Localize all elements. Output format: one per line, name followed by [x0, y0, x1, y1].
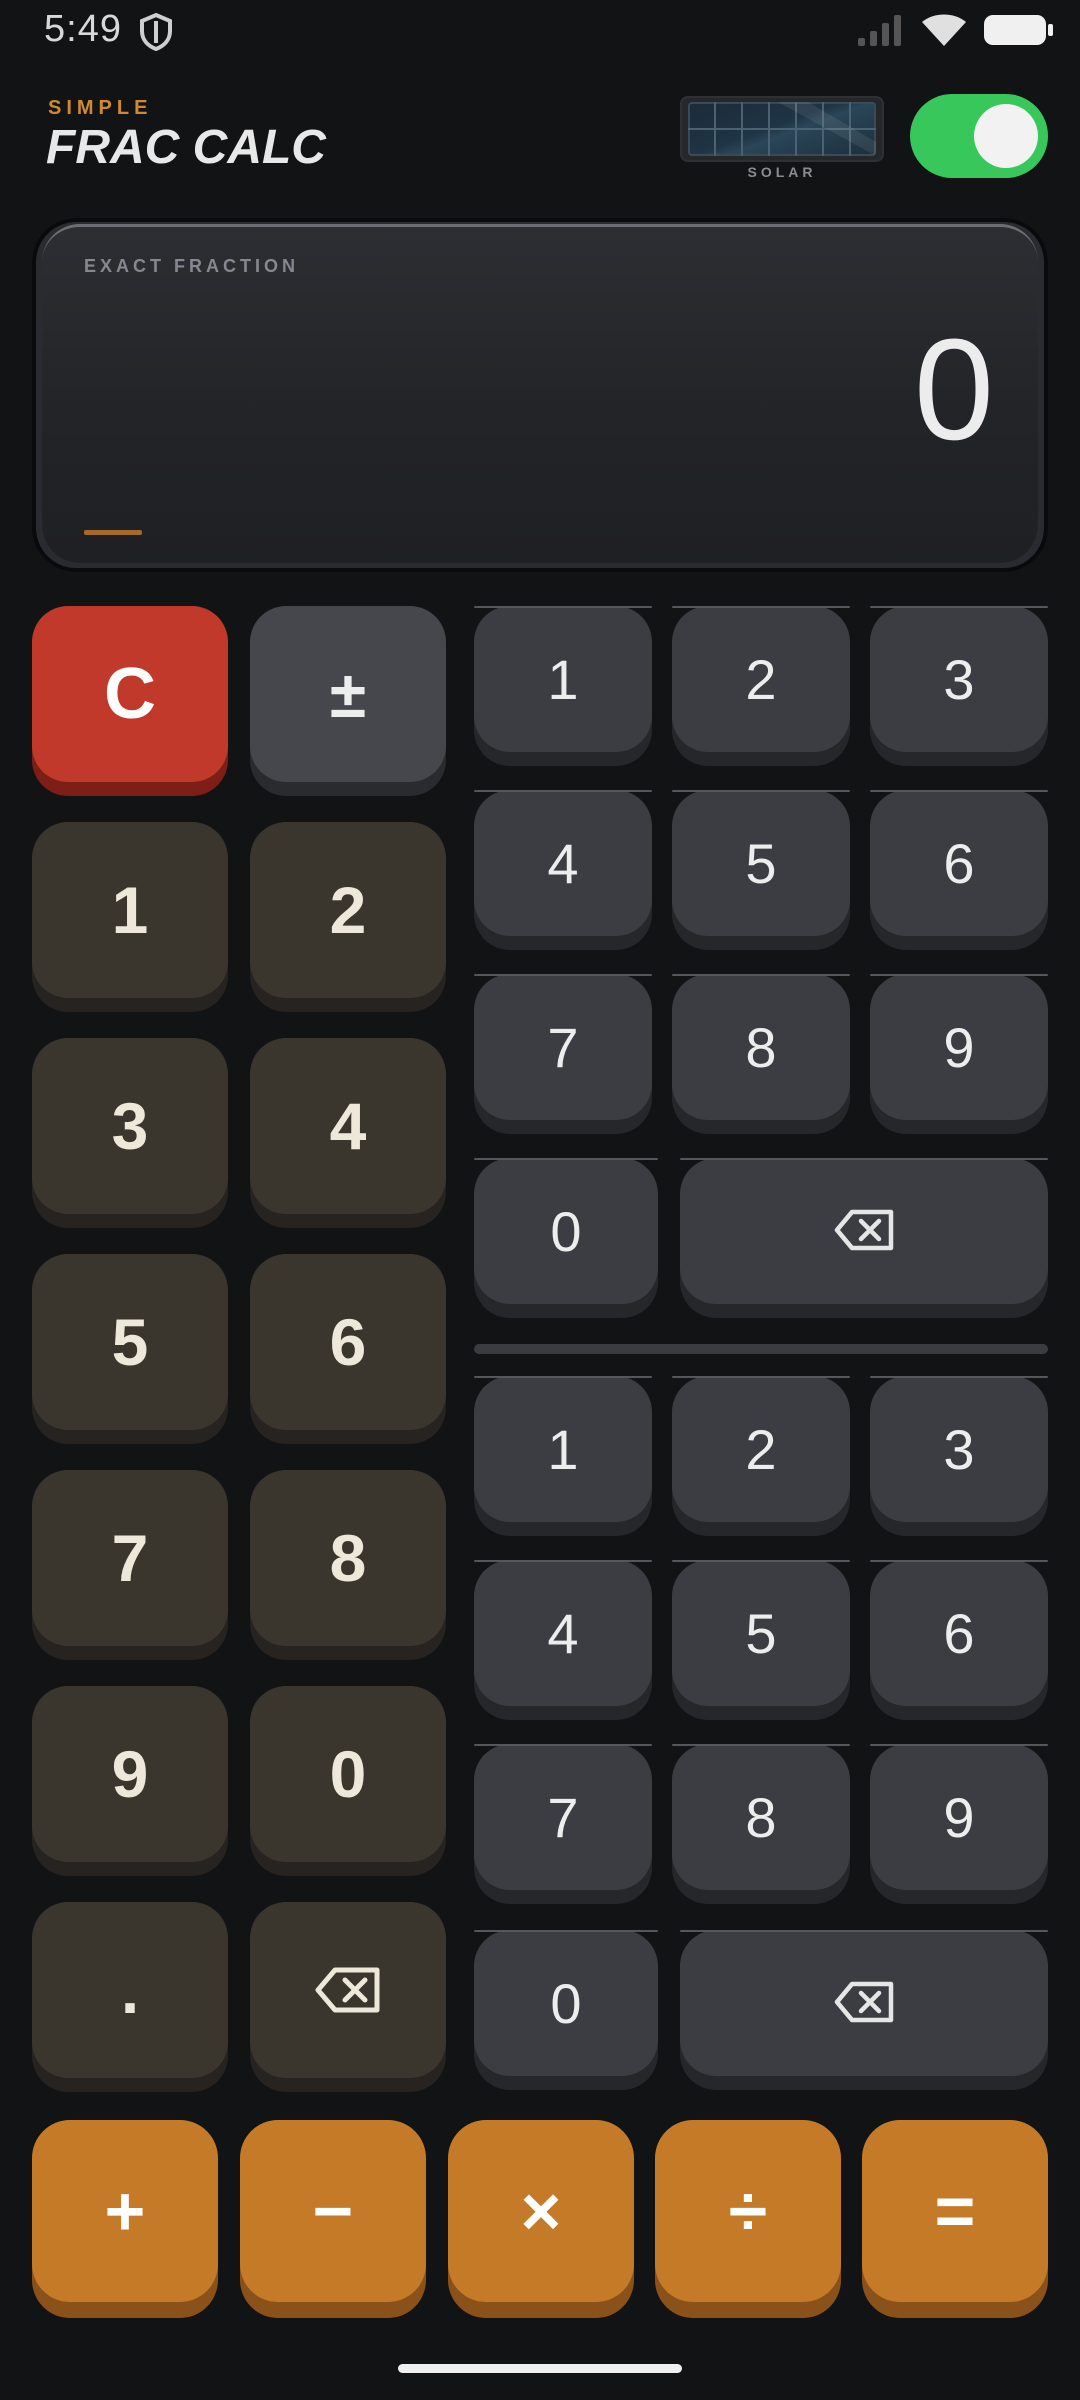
home-indicator[interactable]: [398, 2364, 682, 2373]
numerator-backspace-button[interactable]: [680, 1158, 1048, 1304]
whole-key-8[interactable]: 8: [250, 1470, 446, 1646]
numerator-key-1[interactable]: 1: [474, 606, 652, 752]
whole-key-3[interactable]: 3: [32, 1038, 228, 1214]
toggle-knob: [974, 104, 1038, 168]
decimal-key[interactable]: .: [32, 1902, 228, 2078]
numerator-key-0[interactable]: 0: [474, 1158, 658, 1304]
numerator-key-8[interactable]: 8: [672, 974, 850, 1120]
denominator-key-7[interactable]: 7: [474, 1744, 652, 1890]
backspace-icon: [834, 1199, 894, 1264]
numerator-key-3[interactable]: 3: [870, 606, 1048, 752]
wifi-icon: [920, 12, 968, 53]
power-toggle[interactable]: [910, 94, 1048, 178]
whole-backspace-button[interactable]: [250, 1902, 446, 2078]
denominator-key-2[interactable]: 2: [672, 1376, 850, 1522]
whole-key-1[interactable]: 1: [32, 822, 228, 998]
brand-subtitle: SIMPLE: [48, 97, 153, 119]
denominator-key-4[interactable]: 4: [474, 1560, 652, 1706]
status-icons: [856, 12, 1054, 53]
equals-button[interactable]: =: [862, 2120, 1048, 2302]
denominator-key-6[interactable]: 6: [870, 1560, 1048, 1706]
status-time: 5:49: [44, 8, 122, 50]
signal-icon: [856, 12, 906, 53]
app-title: FRAC CALC: [46, 121, 326, 174]
subtract-button[interactable]: −: [240, 2120, 426, 2302]
shield-icon: [138, 12, 174, 57]
clear-button[interactable]: C: [32, 606, 228, 782]
denominator-key-5[interactable]: 5: [672, 1560, 850, 1706]
backspace-icon: [834, 1971, 894, 2036]
whole-key-2[interactable]: 2: [250, 822, 446, 998]
whole-key-6[interactable]: 6: [250, 1254, 446, 1430]
whole-key-5[interactable]: 5: [32, 1254, 228, 1430]
solar-cells: [688, 102, 876, 156]
whole-key-7[interactable]: 7: [32, 1470, 228, 1646]
display-value: 0: [913, 309, 994, 470]
denominator-key-3[interactable]: 3: [870, 1376, 1048, 1522]
whole-key-9[interactable]: 9: [32, 1686, 228, 1862]
denominator-key-9[interactable]: 9: [870, 1744, 1048, 1890]
solar-panel: [680, 96, 884, 162]
numerator-key-4[interactable]: 4: [474, 790, 652, 936]
numerator-key-6[interactable]: 6: [870, 790, 1048, 936]
numerator-key-2[interactable]: 2: [672, 606, 850, 752]
whole-key-4[interactable]: 4: [250, 1038, 446, 1214]
denominator-key-0[interactable]: 0: [474, 1930, 658, 2076]
numerator-key-5[interactable]: 5: [672, 790, 850, 936]
solar-label: SOLAR: [747, 164, 817, 180]
battery-icon: [982, 12, 1054, 53]
numerator-key-7[interactable]: 7: [474, 974, 652, 1120]
denominator-key-8[interactable]: 8: [672, 1744, 850, 1890]
fraction-divider: [474, 1344, 1048, 1354]
denominator-key-1[interactable]: 1: [474, 1376, 652, 1522]
divide-button[interactable]: ÷: [655, 2120, 841, 2302]
whole-key-0[interactable]: 0: [250, 1686, 446, 1862]
display-cursor: [84, 530, 142, 535]
add-button[interactable]: +: [32, 2120, 218, 2302]
backspace-icon: [315, 1952, 381, 2028]
sign-toggle-button[interactable]: ±: [250, 606, 446, 782]
multiply-button[interactable]: ×: [448, 2120, 634, 2302]
display-label: EXACT FRACTION: [84, 256, 299, 276]
numerator-key-9[interactable]: 9: [870, 974, 1048, 1120]
denominator-backspace-button[interactable]: [680, 1930, 1048, 2076]
